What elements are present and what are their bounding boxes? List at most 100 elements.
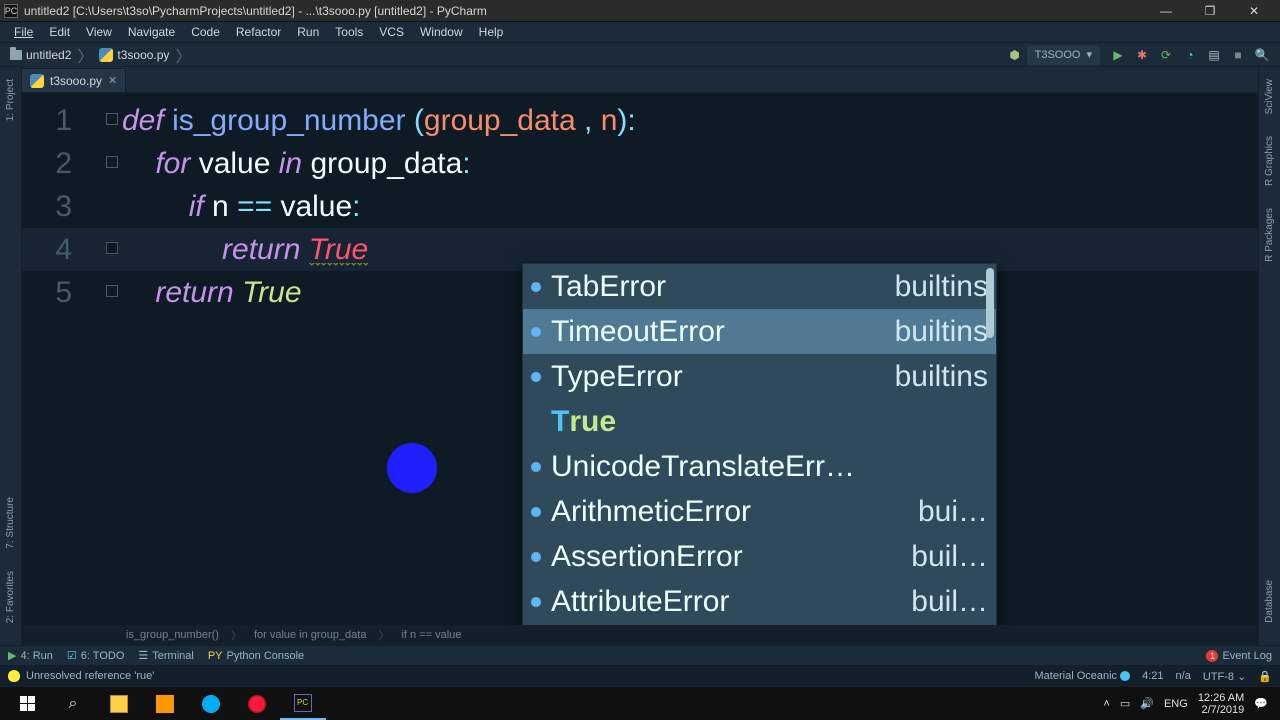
editor-tab-label: t3sooo.py [50,74,102,88]
code-crumb[interactable]: if n == value [397,629,465,641]
breadcrumb-project[interactable]: untitled2 [6,48,75,62]
work-area: 1: Project 7: Structure 2: Favorites t3s… [0,67,1280,645]
menu-code[interactable]: Code [183,22,228,42]
menu-navigate[interactable]: Navigate [120,22,183,42]
window-title: untitled2 [C:\Users\t3so\PycharmProjects… [24,4,1144,18]
autocomplete-item[interactable]: TabErrorbuiltins [523,264,996,309]
autocomplete-item[interactable]: True [523,399,996,444]
autocomplete-item-name: TabError [551,270,885,304]
readonly-lock-icon[interactable]: 🔒 [1258,670,1272,683]
maximize-button[interactable]: ❐ [1188,0,1232,22]
search-everywhere-icon[interactable]: 🔍 [1252,45,1272,65]
autocomplete-item-name: AssertionError [551,540,901,574]
taskbar-pycharm[interactable] [280,687,326,720]
tool-python-console[interactable]: PYPython Console [208,650,304,662]
system-tray[interactable]: ˄ ▭ 🔊 ENG 12:26 AM 2/7/2019 💬 [1103,692,1276,716]
menu-help[interactable]: Help [471,22,512,42]
python-interpreter-icon[interactable]: ⬢ [1005,45,1025,65]
autocomplete-popup[interactable]: TabErrorbuiltinsTimeoutErrorbuiltinsType… [522,263,997,625]
status-caret-position[interactable]: 4:21 [1142,670,1163,682]
left-tool-strip: 1: Project 7: Structure 2: Favorites [0,67,22,645]
autocomplete-item[interactable]: TypeErrorbuiltins [523,354,996,399]
autocomplete-item-name: TimeoutError [551,315,885,349]
run-button[interactable]: ▶ [1108,45,1128,65]
editor-tab[interactable]: t3sooo.py ✕ [22,68,126,92]
tray-volume-icon[interactable]: 🔊 [1140,697,1154,710]
menu-vcs[interactable]: VCS [371,22,412,42]
code-editor[interactable]: 1 def is_group_number (group_data , n): … [22,93,1258,625]
fold-icon[interactable] [106,285,118,297]
breadcrumb-file[interactable]: t3sooo.py [95,48,173,62]
stop-button[interactable]: ■ [1228,45,1248,65]
autocomplete-item[interactable]: TimeoutError builtins [523,309,996,354]
status-insert-mode[interactable]: n/a [1176,670,1191,682]
tray-clock[interactable]: 12:26 AM 2/7/2019 [1198,692,1244,716]
status-bar: Unresolved reference 'rue' Material Ocea… [0,665,1280,687]
menu-run[interactable]: Run [289,22,327,42]
menu-window[interactable]: Window [412,22,471,42]
code-crumb[interactable]: for value in group_data [250,629,371,641]
tool-structure[interactable]: 7: Structure [5,491,16,555]
taskbar-opera[interactable] [234,687,280,720]
tray-notifications-icon[interactable]: 💬 [1254,697,1268,710]
start-button[interactable] [4,687,50,720]
code-crumb[interactable]: is_group_number() [122,629,223,641]
menu-edit[interactable]: Edit [41,22,78,42]
tool-event-log[interactable]: 1 Event Log [1206,650,1272,662]
tool-rpackages[interactable]: R Packages [1264,202,1275,268]
tool-todo[interactable]: ☑6: TODO [67,649,124,662]
close-tab-icon[interactable]: ✕ [108,74,117,87]
tray-chevron-icon[interactable]: ˄ [1103,698,1109,710]
menu-refactor[interactable]: Refactor [228,22,289,42]
navigation-bar: untitled2 〉 t3sooo.py 〉 ⬢ T3SOOO ▾ ▶ ✱ ⟳… [0,43,1280,67]
taskbar-skype[interactable] [188,687,234,720]
tool-sciview[interactable]: SciView [1264,73,1275,120]
autocomplete-scrollbar[interactable] [986,268,994,338]
autocomplete-item[interactable]: UnicodeTranslateErr… [523,444,996,489]
status-message[interactable]: Unresolved reference 'rue' [8,670,154,682]
autocomplete-item-type: buil… [911,585,988,619]
taskbar-search[interactable]: ⌕ [50,687,96,720]
status-theme[interactable]: Material Oceanic [1035,670,1131,682]
code-line: def is_group_number (group_data , n): [122,99,636,142]
debug-button[interactable]: ✱ [1132,45,1152,65]
status-encoding[interactable]: UTF-8 ⌄ [1203,670,1246,683]
menu-file[interactable]: File [6,22,41,42]
taskbar-explorer[interactable] [96,687,142,720]
fold-icon[interactable] [106,242,118,254]
event-count-badge: 1 [1206,650,1218,662]
tool-terminal[interactable]: ☰Terminal [138,649,193,662]
menu-view[interactable]: View [78,22,120,42]
class-icon [531,282,541,292]
lightbulb-icon [8,670,20,682]
menu-tools[interactable]: Tools [327,22,371,42]
class-icon [531,327,541,337]
tray-network-icon[interactable]: ▭ [1120,697,1130,710]
fold-icon[interactable] [106,113,118,125]
minimize-button[interactable]: — [1144,0,1188,22]
autocomplete-item-name: True [551,405,978,439]
close-button[interactable]: ✕ [1232,0,1276,22]
autocomplete-item[interactable]: AttributeErrorbuil… [523,579,996,624]
autocomplete-item-type: builtins [895,315,988,349]
tool-favorites[interactable]: 2: Favorites [5,565,16,629]
tool-project[interactable]: 1: Project [5,73,16,127]
tool-database[interactable]: Database [1264,574,1275,629]
code-line: return True [122,271,302,314]
tool-rgraphics[interactable]: R Graphics [1264,130,1275,192]
run-configuration-dropdown[interactable]: T3SOOO ▾ [1027,45,1100,65]
coverage-button[interactable]: ⟳ [1156,45,1176,65]
autocomplete-item[interactable]: BaseExceptionbuilt… [523,624,996,625]
tray-language[interactable]: ENG [1164,698,1188,710]
tool-run[interactable]: ▶4: Run [8,649,53,662]
fold-icon[interactable] [106,156,118,168]
profile-button[interactable]: ◔ [1180,45,1200,65]
main-menu: File Edit View Navigate Code Refactor Ru… [0,22,1280,43]
line-number: 3 [22,185,102,228]
folder-icon [10,50,22,60]
concurrency-button[interactable]: ▤ [1204,45,1224,65]
autocomplete-item[interactable]: AssertionErrorbuil… [523,534,996,579]
taskbar-sublime[interactable] [142,687,188,720]
autocomplete-item[interactable]: ArithmeticErrorbui… [523,489,996,534]
autocomplete-item-type: builtins [895,360,988,394]
